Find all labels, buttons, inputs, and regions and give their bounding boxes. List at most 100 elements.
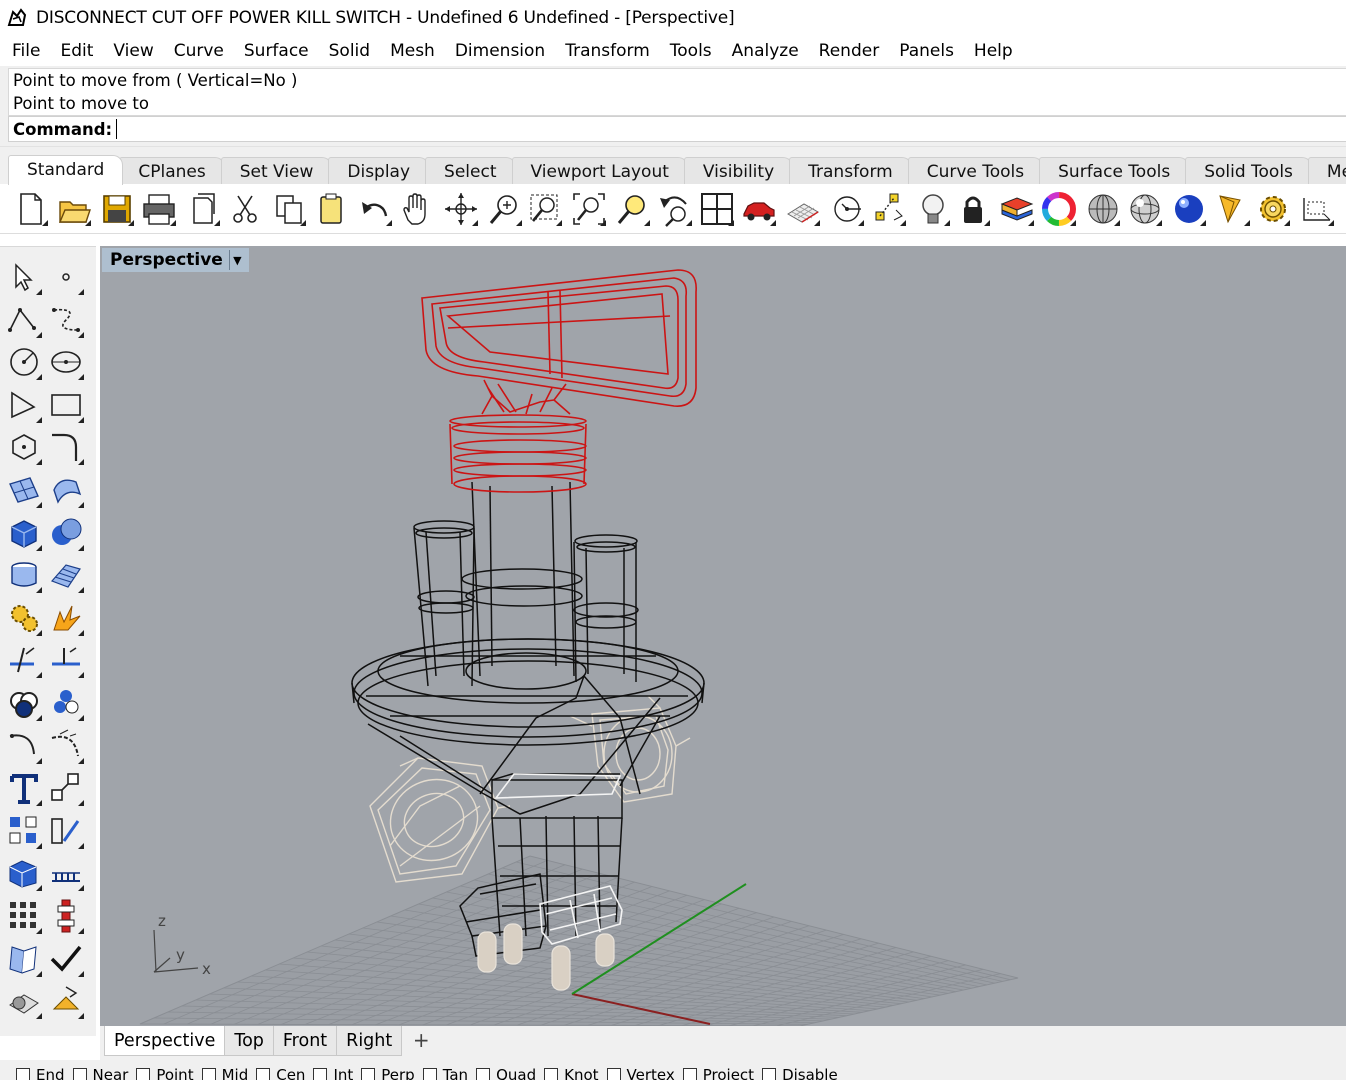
sweep-button[interactable] — [46, 726, 86, 766]
render-box-button[interactable] — [4, 981, 44, 1021]
osnap-checkbox[interactable] — [422, 1068, 437, 1080]
osnap-cen[interactable]: Cen — [256, 1060, 305, 1080]
osnap-vertex[interactable]: Vertex — [606, 1060, 675, 1080]
tab-solid-tools[interactable]: Solid Tools — [1185, 157, 1312, 185]
osnap-quad[interactable]: Quad — [476, 1060, 536, 1080]
tab-display[interactable]: Display — [328, 157, 430, 185]
surface-corners-button[interactable] — [4, 470, 44, 510]
tab-select[interactable]: Select — [425, 157, 516, 185]
osnap-checkbox[interactable] — [16, 1068, 30, 1080]
osnap-point[interactable]: Point — [136, 1060, 194, 1080]
tab-set-view[interactable]: Set View — [220, 157, 333, 185]
text-button[interactable] — [4, 768, 44, 808]
circle-button[interactable] — [4, 342, 44, 382]
array-button[interactable] — [4, 811, 44, 851]
cut-button[interactable] — [226, 190, 264, 228]
osnap-checkbox[interactable] — [544, 1068, 559, 1080]
print-button[interactable] — [140, 190, 178, 228]
tab-curve-tools[interactable]: Curve Tools — [907, 157, 1044, 185]
boolean-union-button[interactable] — [4, 683, 44, 723]
select-arrow-button[interactable] — [4, 257, 44, 297]
block-button[interactable] — [4, 853, 44, 893]
tab-standard[interactable]: Standard — [8, 155, 124, 185]
osnap-near[interactable]: Near — [72, 1060, 128, 1080]
polyline-button[interactable] — [4, 300, 44, 340]
osnap-checkbox[interactable] — [682, 1068, 697, 1080]
cylinder-button[interactable] — [4, 555, 44, 595]
viewport-title[interactable]: Perspective ▼ — [102, 248, 249, 272]
analyze-curvature-button[interactable] — [4, 939, 44, 979]
object-snap-button[interactable] — [870, 190, 908, 228]
menu-edit[interactable]: Edit — [50, 36, 103, 66]
four-viewports-button[interactable] — [698, 190, 736, 228]
grid-button[interactable] — [784, 190, 822, 228]
tab-cplanes[interactable]: CPlanes — [119, 157, 225, 185]
save-button[interactable] — [98, 190, 136, 228]
osnap-end[interactable]: End — [16, 1060, 65, 1080]
osnap-int[interactable]: Int — [313, 1060, 353, 1080]
curve-offset-button[interactable] — [4, 726, 44, 766]
osnap-checkbox[interactable] — [72, 1068, 87, 1080]
menu-help[interactable]: Help — [964, 36, 1023, 66]
polygon-button[interactable] — [4, 427, 44, 467]
trim-button[interactable] — [4, 640, 44, 680]
menu-file[interactable]: File — [2, 36, 50, 66]
command-input[interactable] — [116, 119, 717, 139]
ellipse-button[interactable] — [46, 342, 86, 382]
osnap-tan[interactable]: Tan — [422, 1060, 468, 1080]
cplane-button[interactable] — [828, 190, 866, 228]
arc-button[interactable] — [4, 385, 44, 425]
options-gear-button[interactable] — [1254, 190, 1292, 228]
pan-hand-button[interactable] — [396, 190, 434, 228]
osnap-checkbox[interactable] — [313, 1068, 328, 1080]
split-button[interactable] — [46, 640, 86, 680]
osnap-checkbox[interactable] — [256, 1068, 271, 1080]
osnap-perp[interactable]: Perp — [361, 1060, 415, 1080]
tab-visibility[interactable]: Visibility — [683, 157, 794, 185]
group-button[interactable] — [46, 683, 86, 723]
loft-button[interactable] — [46, 470, 86, 510]
paste-button[interactable] — [312, 190, 350, 228]
menu-tools[interactable]: Tools — [660, 36, 722, 66]
copy-button[interactable] — [270, 190, 308, 228]
rectangle-button[interactable] — [46, 385, 86, 425]
perspective-viewport[interactable]: z y x Perspective ▼ — [100, 246, 1346, 1026]
import-button[interactable] — [184, 190, 222, 228]
osnap-checkbox[interactable] — [606, 1068, 621, 1080]
point-button[interactable] — [46, 257, 86, 297]
color-wheel-button[interactable] — [1040, 190, 1078, 228]
viewport-title-label[interactable]: Perspective — [110, 250, 223, 270]
box-button[interactable] — [4, 513, 44, 553]
menu-surface[interactable]: Surface — [234, 36, 319, 66]
undo-view-button[interactable] — [656, 190, 694, 228]
viewport-tab-right[interactable]: Right — [336, 1026, 403, 1056]
viewport-canvas[interactable]: z y x — [100, 246, 1346, 1026]
dimension-ruler-button[interactable] — [46, 853, 86, 893]
tab-surface-tools[interactable]: Surface Tools — [1039, 157, 1190, 185]
align-button[interactable] — [46, 896, 86, 936]
open-button[interactable] — [55, 190, 93, 228]
viewport-tab-top[interactable]: Top — [224, 1026, 274, 1056]
menu-curve[interactable]: Curve — [164, 36, 234, 66]
menu-panels[interactable]: Panels — [889, 36, 964, 66]
menu-render[interactable]: Render — [809, 36, 890, 66]
osnap-checkbox[interactable] — [361, 1068, 376, 1080]
scale-button[interactable] — [46, 768, 86, 808]
chevron-down-icon[interactable]: ▼ — [228, 250, 245, 270]
new-button[interactable] — [12, 190, 50, 228]
grid-array-button[interactable] — [4, 896, 44, 936]
menu-dimension[interactable]: Dimension — [445, 36, 555, 66]
material-button[interactable] — [1214, 190, 1252, 228]
fillet-curve-button[interactable] — [46, 427, 86, 467]
menu-view[interactable]: View — [103, 36, 163, 66]
osnap-project[interactable]: Project — [682, 1060, 754, 1080]
undo-button[interactable] — [356, 190, 394, 228]
zoom-dynamic-button[interactable] — [486, 190, 524, 228]
shaded-sphere-button[interactable] — [1084, 190, 1122, 228]
osnap-knot[interactable]: Knot — [544, 1060, 599, 1080]
blue-sphere-button[interactable] — [1170, 190, 1208, 228]
osnap-mid[interactable]: Mid — [201, 1060, 248, 1080]
osnap-checkbox[interactable] — [136, 1068, 151, 1080]
car-render-button[interactable] — [740, 190, 778, 228]
render-light-button[interactable] — [46, 981, 86, 1021]
